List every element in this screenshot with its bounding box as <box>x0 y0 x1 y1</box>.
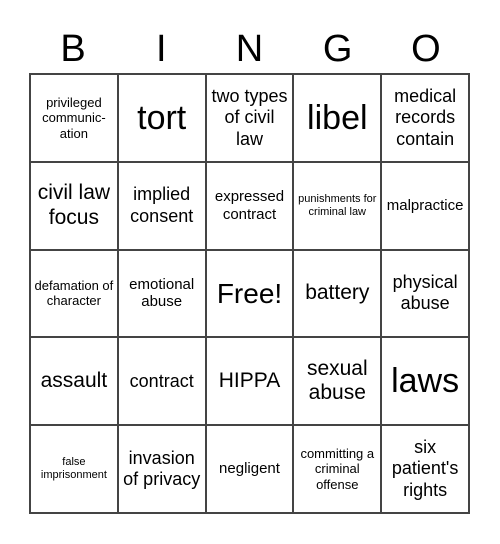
bingo-cell[interactable]: sexual abuse <box>293 337 382 426</box>
bingo-cell[interactable]: civil law focus <box>30 161 118 250</box>
bingo-cell[interactable]: negligent <box>205 425 294 513</box>
header-letter-n: N <box>235 28 264 70</box>
bingo-cell[interactable]: contract <box>117 337 206 426</box>
bingo-cell[interactable]: assault <box>30 337 118 426</box>
bingo-header: B I N G O <box>29 26 470 72</box>
bingo-cell[interactable]: punishments for criminal law <box>293 161 382 250</box>
bingo-cell[interactable]: two types of civil law <box>205 74 294 162</box>
bingo-cell[interactable]: HIPPA <box>205 337 294 426</box>
bingo-cell[interactable]: physical abuse <box>381 249 469 338</box>
bingo-cell[interactable]: implied consent <box>117 161 206 250</box>
bingo-cell[interactable]: battery <box>293 249 382 338</box>
bingo-cell[interactable]: committing a criminal offense <box>293 425 382 513</box>
bingo-cell[interactable]: false imprisonment <box>30 425 118 513</box>
bingo-cell[interactable]: invasion of privacy <box>117 425 206 513</box>
bingo-cell[interactable]: emotional abuse <box>117 249 206 338</box>
bingo-cell[interactable]: defamation of character <box>30 249 118 338</box>
bingo-cell[interactable]: six patient's rights <box>381 425 469 513</box>
free-space-cell[interactable]: Free! <box>205 249 294 338</box>
bingo-cell[interactable]: libel <box>293 74 382 162</box>
header-letter-g: G <box>322 28 353 70</box>
header-letter-b: B <box>60 28 86 70</box>
bingo-cell[interactable]: laws <box>381 337 469 426</box>
bingo-grid: privileged communic-ation tort two types… <box>29 73 470 514</box>
bingo-cell[interactable]: malpractice <box>381 161 469 250</box>
bingo-cell[interactable]: tort <box>117 74 206 162</box>
bingo-cell[interactable]: privileged communic-ation <box>30 74 118 162</box>
header-letter-i: I <box>156 28 167 70</box>
header-letter-o: O <box>411 28 441 70</box>
bingo-cell[interactable]: medical records contain <box>381 74 469 162</box>
bingo-cell[interactable]: expressed contract <box>205 161 294 250</box>
